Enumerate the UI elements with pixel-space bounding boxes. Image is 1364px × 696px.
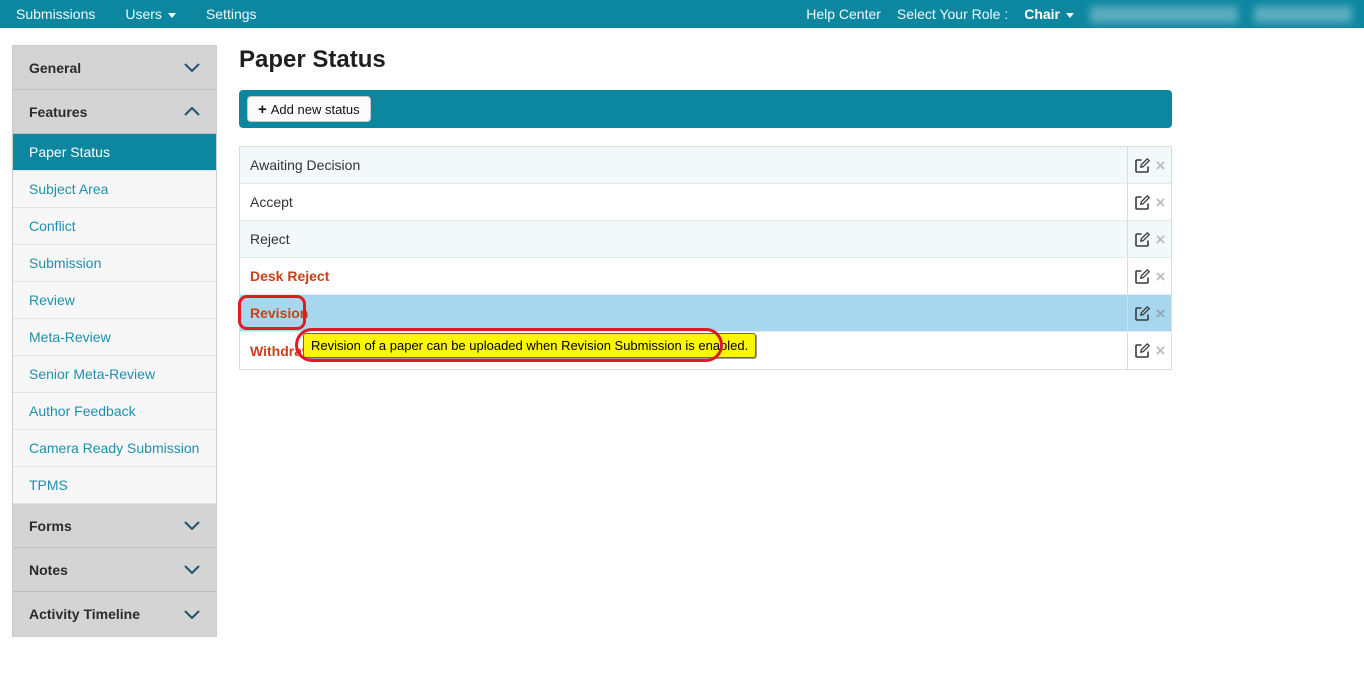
section-label: Forms: [29, 518, 72, 534]
role-dropdown[interactable]: Chair: [1024, 6, 1074, 22]
row-actions: ×: [1127, 184, 1171, 220]
sidebar-section-features[interactable]: Features: [13, 90, 216, 134]
status-label: Reject: [240, 221, 1127, 257]
edit-icon[interactable]: [1134, 157, 1151, 174]
status-toolbar: + Add new status: [239, 90, 1172, 128]
status-row-reject[interactable]: Reject ×: [240, 221, 1171, 258]
settings-sidebar: General Features Paper Status Subject Ar…: [12, 45, 217, 637]
status-label: Desk Reject: [240, 258, 1127, 294]
nav-item-settings[interactable]: Settings: [206, 6, 257, 22]
row-actions: ×: [1127, 221, 1171, 257]
plus-icon: +: [258, 102, 267, 117]
nav-left: Submissions Users Settings: [0, 6, 257, 22]
sidebar-item-review[interactable]: Review: [13, 282, 216, 319]
add-new-status-label: Add new status: [271, 102, 360, 117]
sidebar-item-meta-review[interactable]: Meta-Review: [13, 319, 216, 356]
delete-icon[interactable]: ×: [1156, 342, 1166, 359]
page: Submissions Users Settings Help Center S…: [0, 0, 1364, 696]
chevron-down-icon: [184, 610, 200, 619]
status-row-accept[interactable]: Accept ×: [240, 184, 1171, 221]
chevron-up-icon: [184, 107, 200, 116]
chevron-down-icon: [184, 565, 200, 574]
row-actions: ×: [1127, 147, 1171, 183]
status-label: Revision: [240, 295, 1127, 331]
sidebar-item-senior-meta-review[interactable]: Senior Meta-Review: [13, 356, 216, 393]
add-new-status-button[interactable]: + Add new status: [247, 96, 371, 122]
sidebar-item-submission[interactable]: Submission: [13, 245, 216, 282]
sidebar-item-conflict[interactable]: Conflict: [13, 208, 216, 245]
edit-icon[interactable]: [1134, 268, 1151, 285]
nav-item-users[interactable]: Users: [125, 6, 176, 22]
nav-item-help-center[interactable]: Help Center: [806, 6, 881, 22]
status-row-desk-reject[interactable]: Desk Reject ×: [240, 258, 1171, 295]
delete-icon[interactable]: ×: [1156, 194, 1166, 211]
chevron-down-icon: [184, 521, 200, 530]
status-label: Awaiting Decision: [240, 147, 1127, 183]
sidebar-item-author-feedback[interactable]: Author Feedback: [13, 393, 216, 430]
delete-icon[interactable]: ×: [1156, 231, 1166, 248]
section-label: Notes: [29, 562, 68, 578]
redacted-nav-dropdown[interactable]: [1090, 6, 1238, 23]
edit-icon[interactable]: [1134, 342, 1151, 359]
delete-icon[interactable]: ×: [1156, 305, 1166, 322]
status-row-awaiting-decision[interactable]: Awaiting Decision ×: [240, 147, 1171, 184]
redacted-nav-dropdown[interactable]: [1254, 6, 1352, 23]
top-navbar: Submissions Users Settings Help Center S…: [0, 0, 1364, 28]
edit-icon[interactable]: [1134, 194, 1151, 211]
sidebar-section-activity-timeline[interactable]: Activity Timeline: [13, 592, 216, 636]
role-label: Select Your Role :: [897, 6, 1008, 22]
section-label: Features: [29, 104, 87, 120]
status-label: Accept: [240, 184, 1127, 220]
section-label: Activity Timeline: [29, 606, 140, 622]
row-actions: ×: [1127, 295, 1171, 331]
role-value: Chair: [1024, 6, 1060, 22]
caret-down-icon: [168, 13, 176, 18]
delete-icon[interactable]: ×: [1156, 268, 1166, 285]
sidebar-item-camera-ready-submission[interactable]: Camera Ready Submission: [13, 430, 216, 467]
edit-icon[interactable]: [1134, 305, 1151, 322]
section-label: General: [29, 60, 81, 76]
row-actions: ×: [1127, 332, 1171, 369]
nav-right: Help Center Select Your Role : Chair: [806, 6, 1364, 23]
sidebar-section-general[interactable]: General: [13, 46, 216, 90]
nav-item-submissions[interactable]: Submissions: [16, 6, 95, 22]
sidebar-section-notes[interactable]: Notes: [13, 548, 216, 592]
sidebar-item-paper-status[interactable]: Paper Status: [13, 134, 216, 171]
caret-down-icon: [1066, 13, 1074, 18]
edit-icon[interactable]: [1134, 231, 1151, 248]
row-actions: ×: [1127, 258, 1171, 294]
nav-item-users-label: Users: [125, 6, 162, 22]
delete-icon[interactable]: ×: [1156, 157, 1166, 174]
sidebar-section-forms[interactable]: Forms: [13, 504, 216, 548]
sidebar-item-tpms[interactable]: TPMS: [13, 467, 216, 504]
chevron-down-icon: [184, 63, 200, 72]
status-row-revision[interactable]: Revision ×: [240, 295, 1171, 332]
page-title: Paper Status: [239, 46, 386, 74]
revision-tooltip: Revision of a paper can be uploaded when…: [303, 333, 756, 358]
sidebar-item-subject-area[interactable]: Subject Area: [13, 171, 216, 208]
